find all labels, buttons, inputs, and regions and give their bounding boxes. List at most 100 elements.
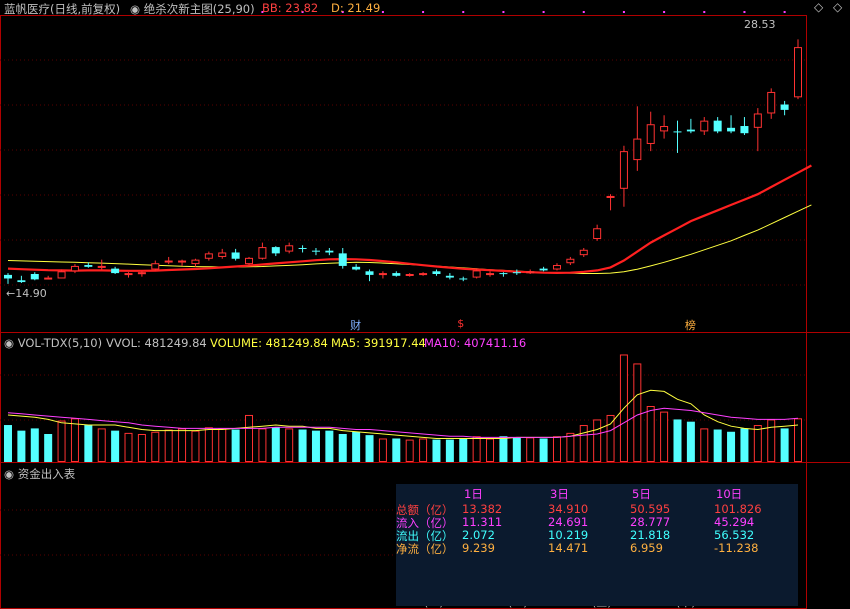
volume-bar-up bbox=[137, 434, 146, 462]
top-tick bbox=[422, 11, 425, 13]
volume-bar-down bbox=[392, 438, 401, 462]
volume-bar-down bbox=[17, 430, 26, 462]
vvol-value: VVOL: 481249.84 bbox=[106, 336, 207, 350]
volume-bar-down bbox=[686, 421, 695, 462]
volume-bar-down bbox=[44, 434, 53, 462]
candle-up bbox=[191, 259, 200, 265]
left-diamond-icon[interactable]: ◇ bbox=[814, 0, 823, 14]
volume-bar-down bbox=[311, 430, 320, 462]
candle-up bbox=[767, 91, 776, 114]
volume-indicator-selector[interactable]: ◉ VOL-TDX(5,10) bbox=[4, 336, 102, 350]
flow-dropdown-icon: ◉ bbox=[4, 467, 15, 481]
flow-row-label: 净流（亿） bbox=[396, 542, 454, 556]
flow-value: 56.532 bbox=[714, 528, 755, 542]
volume-bar-up bbox=[258, 428, 267, 462]
candle-down bbox=[298, 247, 307, 249]
volume-bar-up bbox=[486, 438, 495, 463]
volume-bar-down bbox=[325, 430, 334, 462]
flow-value: 9.239 bbox=[462, 541, 495, 555]
volume-bar-down bbox=[231, 429, 240, 462]
flow-title: 资金出入表 bbox=[17, 467, 76, 481]
volume-bar-down bbox=[298, 429, 307, 462]
volume-bar-up bbox=[552, 436, 561, 462]
candle-up bbox=[137, 272, 146, 275]
volume-bar-down bbox=[432, 439, 441, 462]
volume-bar-down bbox=[459, 438, 468, 462]
volume-dropdown-icon: ◉ bbox=[4, 336, 15, 350]
flow-value: 11.311 bbox=[462, 515, 503, 529]
candle-down bbox=[84, 265, 93, 267]
capital-flow-table: 1日 3日 5日 10日 总额（亿） 13.382 34.910 50.595 101.… bbox=[396, 484, 798, 606]
candle-up bbox=[178, 260, 187, 263]
volume-bar-up bbox=[419, 438, 428, 463]
stock-name: 蓝帆医疗 bbox=[4, 2, 50, 16]
top-tick bbox=[381, 11, 384, 13]
volume-bar-down bbox=[445, 439, 454, 462]
flow-value: 2.072 bbox=[462, 528, 495, 542]
candle-down bbox=[673, 131, 682, 133]
volume-bar-up bbox=[97, 428, 106, 462]
candle-down bbox=[352, 266, 361, 270]
candle-up bbox=[285, 245, 294, 252]
event-marker[interactable]: $ bbox=[457, 317, 464, 330]
candle-up bbox=[151, 263, 160, 270]
candle-up bbox=[419, 273, 428, 276]
candle-up bbox=[660, 126, 669, 132]
candle-up bbox=[593, 228, 602, 240]
candle-down bbox=[499, 273, 508, 275]
candle-down bbox=[740, 126, 749, 134]
high-price-label: 28.53 bbox=[744, 18, 776, 31]
stock-title: 蓝帆医疗(日线,前复权) bbox=[4, 1, 120, 17]
volume-bar-up bbox=[218, 428, 227, 462]
volume-bar-up bbox=[700, 428, 709, 462]
volume-bar-down bbox=[740, 428, 749, 462]
volume-value: VOLUME: 481249.84 bbox=[210, 336, 328, 350]
candle-up bbox=[164, 260, 173, 263]
flow-indicator-selector[interactable]: ◉ 资金出入表 bbox=[4, 466, 75, 482]
volume-bar-down bbox=[365, 435, 374, 462]
volume-bar-up bbox=[767, 419, 776, 463]
event-marker[interactable]: 财 bbox=[350, 317, 361, 333]
candle-up bbox=[70, 265, 79, 272]
flow-value: 6.959 bbox=[630, 541, 663, 555]
flow-value: 10.219 bbox=[548, 528, 589, 542]
volume-bar-down bbox=[727, 431, 736, 462]
candle-down bbox=[686, 129, 695, 132]
d-value: D: 21.49 bbox=[331, 1, 381, 15]
volume-bar-up bbox=[178, 428, 187, 462]
bb-value: BB: 23.82 bbox=[262, 1, 319, 15]
ma10-value: MA10: 407411.16 bbox=[424, 336, 527, 350]
flow-value: 13.382 bbox=[462, 502, 503, 516]
top-tick bbox=[622, 11, 625, 13]
indicator-name: 绝杀次新主图(25,90) bbox=[143, 2, 255, 16]
volume-bar-up bbox=[566, 432, 575, 463]
volume-bar-down bbox=[539, 438, 548, 462]
candle-up bbox=[566, 258, 575, 264]
candle-down bbox=[231, 252, 240, 259]
candle-down bbox=[338, 253, 347, 266]
volume-bar-down bbox=[84, 425, 93, 462]
volume-bar-down bbox=[338, 434, 347, 462]
indicator-selector[interactable]: ◉ 绝杀次新主图(25,90) bbox=[130, 1, 255, 17]
event-marker[interactable]: 榜 bbox=[685, 317, 696, 333]
volume-bar-down bbox=[352, 431, 361, 462]
candle-up bbox=[579, 249, 588, 256]
top-tick bbox=[703, 11, 706, 13]
volume-bar-up bbox=[245, 414, 254, 462]
volume-bar-up bbox=[378, 438, 387, 463]
candle-up bbox=[486, 273, 495, 276]
top-tick bbox=[743, 11, 746, 13]
candle-down bbox=[727, 127, 736, 132]
top-tick bbox=[663, 11, 666, 13]
volume-bar-up bbox=[646, 406, 655, 462]
volume-bar-down bbox=[673, 419, 682, 462]
period-label: (日线,前复权) bbox=[50, 2, 121, 16]
flow-value: 21.818 bbox=[630, 528, 671, 542]
candle-up bbox=[204, 253, 213, 259]
right-diamond-icon[interactable]: ◇ bbox=[833, 0, 842, 14]
candle-up bbox=[378, 273, 387, 276]
volume-bar-down bbox=[780, 428, 789, 462]
flow-value: 101.826 bbox=[714, 502, 762, 516]
candle-up bbox=[405, 273, 414, 276]
flow-col-1d: 1日 bbox=[464, 487, 483, 501]
